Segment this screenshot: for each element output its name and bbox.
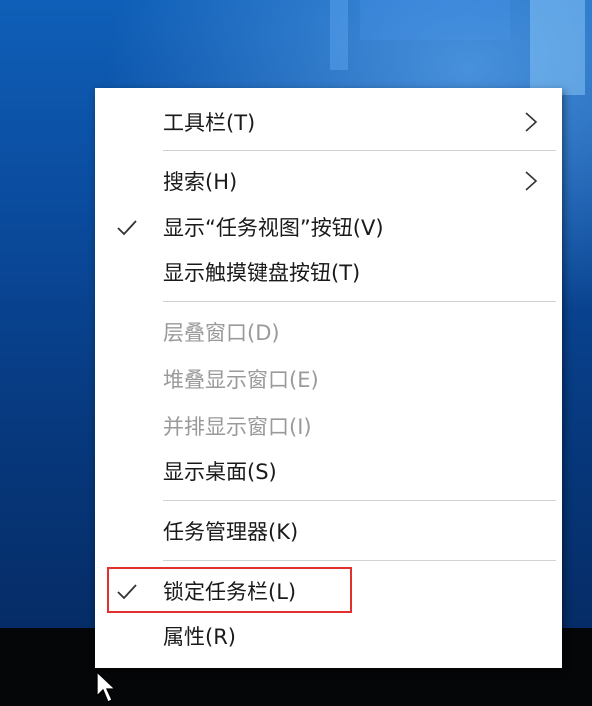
- menu-item-toolbars[interactable]: 工具栏(T): [95, 100, 562, 144]
- menu-item-label: 工具栏(T): [163, 111, 256, 135]
- menu-item-label: 显示触摸键盘按钮(T): [163, 261, 361, 285]
- menu-item-label: 显示“任务视图”按钮(V): [163, 216, 384, 240]
- checkmark-icon: [117, 220, 137, 236]
- menu-item-label: 堆叠显示窗口(E): [163, 368, 319, 392]
- chevron-right-icon: [525, 171, 538, 191]
- menu-separator: [163, 560, 556, 561]
- wallpaper-light-beam: [330, 0, 348, 70]
- wallpaper-light-beam: [360, 0, 510, 40]
- menu-item-label: 属性(R): [163, 625, 236, 649]
- menu-item-cascade-windows: 层叠窗口(D): [95, 310, 562, 354]
- menu-item-show-desktop[interactable]: 显示桌面(S): [95, 449, 562, 493]
- menu-item-search[interactable]: 搜索(H): [95, 159, 562, 203]
- menu-item-task-manager[interactable]: 任务管理器(K): [95, 509, 562, 553]
- menu-item-label: 搜索(H): [163, 170, 238, 194]
- menu-item-label: 显示桌面(S): [163, 460, 277, 484]
- red-highlight-box: [107, 567, 352, 613]
- mouse-pointer-icon: [96, 670, 117, 703]
- menu-separator: [163, 500, 556, 501]
- menu-item-properties[interactable]: 属性(R): [95, 614, 562, 658]
- menu-separator: [163, 301, 556, 302]
- menu-item-stack-windows: 堆叠显示窗口(E): [95, 357, 562, 401]
- menu-item-label: 层叠窗口(D): [163, 321, 280, 345]
- chevron-right-icon: [525, 112, 538, 132]
- menu-item-label: 并排显示窗口(I): [163, 415, 312, 439]
- menu-item-show-touch-keyboard-button[interactable]: 显示触摸键盘按钮(T): [95, 250, 562, 294]
- menu-item-label: 任务管理器(K): [163, 520, 299, 544]
- menu-item-show-task-view-button[interactable]: 显示“任务视图”按钮(V): [95, 205, 562, 249]
- wallpaper-light-beam: [530, 0, 585, 95]
- menu-item-side-by-side-windows: 并排显示窗口(I): [95, 404, 562, 448]
- menu-separator: [163, 150, 556, 151]
